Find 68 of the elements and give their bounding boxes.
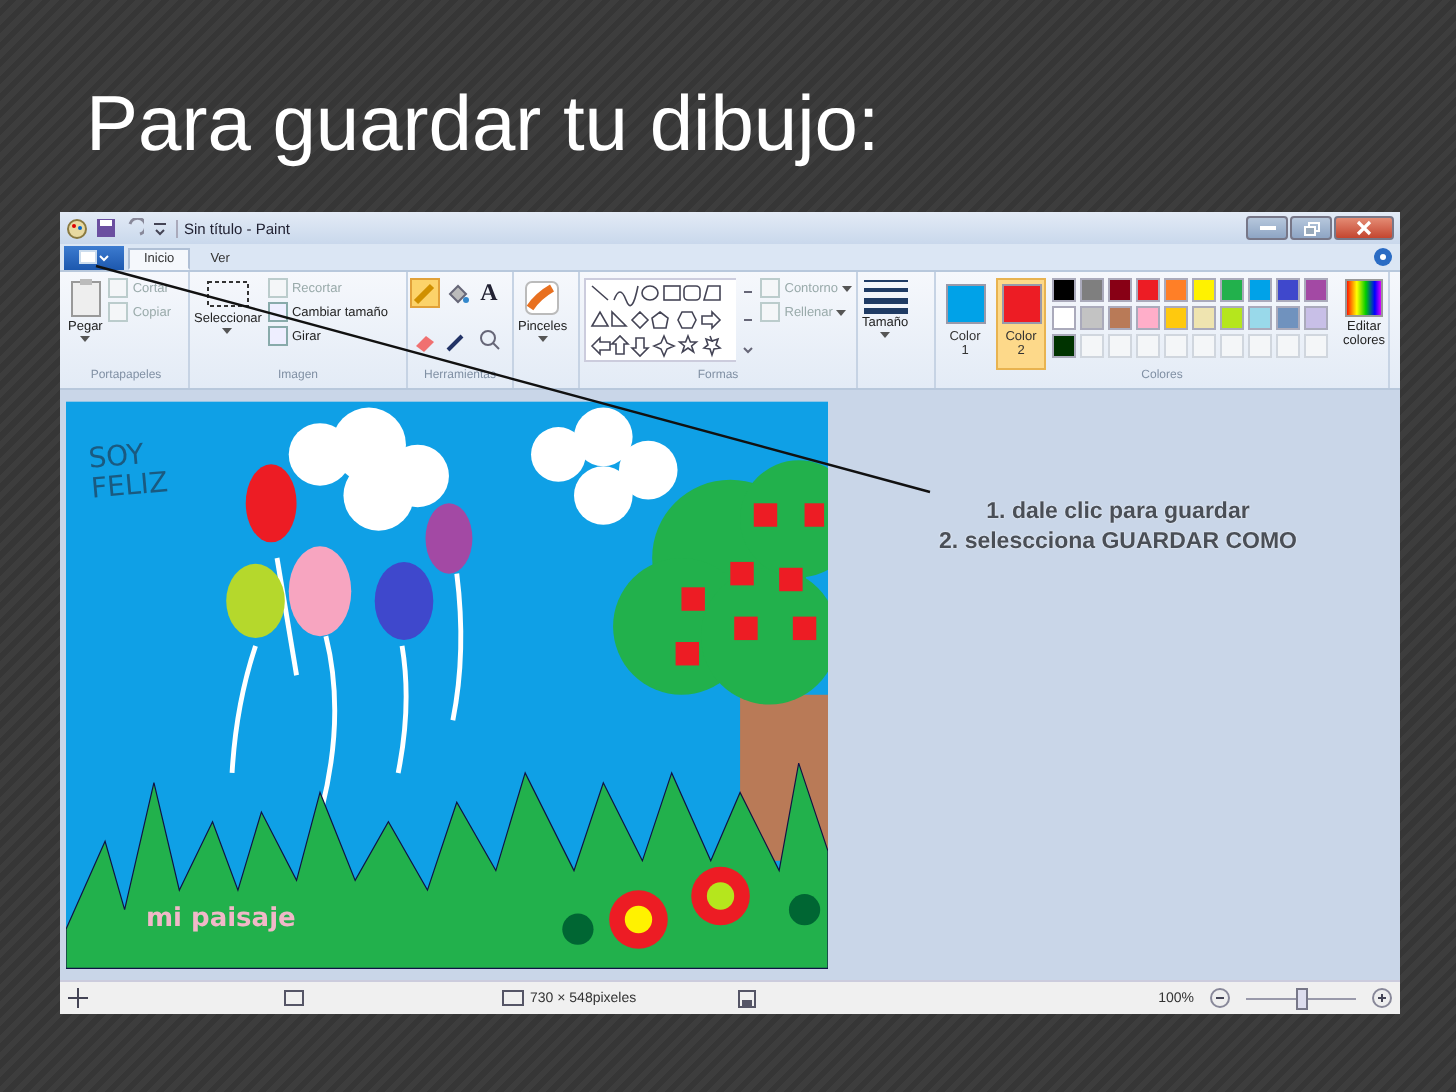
empty-swatch[interactable] bbox=[1108, 334, 1132, 358]
color-swatch[interactable] bbox=[1136, 278, 1160, 302]
shapes-gallery[interactable] bbox=[584, 278, 737, 362]
color-swatch[interactable] bbox=[1192, 278, 1216, 302]
color-swatch[interactable] bbox=[1276, 278, 1300, 302]
color-swatch[interactable] bbox=[1052, 306, 1076, 330]
empty-swatch[interactable] bbox=[1164, 334, 1188, 358]
color-swatch[interactable] bbox=[1108, 278, 1132, 302]
caret-icon bbox=[842, 285, 852, 291]
empty-swatch[interactable] bbox=[1192, 334, 1216, 358]
handwritten-text: SOY FELIZ bbox=[87, 438, 172, 508]
color-swatch[interactable] bbox=[1304, 306, 1328, 330]
restore-icon bbox=[1303, 221, 1319, 235]
selection-icon bbox=[205, 278, 250, 310]
file-menu-icon bbox=[78, 250, 110, 266]
empty-swatch[interactable] bbox=[1080, 334, 1104, 358]
help-icon[interactable] bbox=[1374, 248, 1392, 266]
color-swatch[interactable] bbox=[1164, 278, 1188, 302]
color-swatch[interactable] bbox=[1052, 334, 1076, 358]
caret-icon bbox=[222, 328, 233, 334]
empty-swatch[interactable] bbox=[1220, 334, 1244, 358]
empty-swatch[interactable] bbox=[1304, 334, 1328, 358]
instruction-text: 2. selescciona GUARDAR COMO bbox=[939, 527, 1297, 558]
color-swatch[interactable] bbox=[1080, 278, 1104, 302]
fill-bucket-icon[interactable] bbox=[444, 280, 470, 306]
restore-button[interactable] bbox=[1290, 216, 1332, 240]
selection-icon bbox=[284, 989, 306, 1007]
zoom-in-icon[interactable] bbox=[1372, 988, 1392, 1008]
color-swatch[interactable] bbox=[1108, 306, 1132, 330]
empty-swatch[interactable] bbox=[1136, 334, 1160, 358]
color-swatch[interactable] bbox=[1080, 306, 1104, 330]
color-swatch[interactable] bbox=[1192, 306, 1216, 330]
color-swatch[interactable] bbox=[1248, 278, 1272, 302]
undo-icon[interactable] bbox=[124, 218, 144, 238]
caret-icon bbox=[836, 309, 847, 315]
dropdown-icon[interactable] bbox=[152, 220, 168, 236]
color-swatch[interactable] bbox=[1136, 306, 1160, 330]
color-swatch[interactable] bbox=[1220, 306, 1244, 330]
close-icon bbox=[1356, 220, 1372, 236]
color-swatch[interactable] bbox=[1220, 278, 1244, 302]
color-swatch[interactable] bbox=[1304, 278, 1328, 302]
drawing-caption: mi paisaje bbox=[146, 904, 296, 934]
palette-icon[interactable] bbox=[66, 217, 88, 239]
magnifier-icon[interactable] bbox=[476, 327, 502, 353]
caret-icon bbox=[880, 332, 891, 338]
color-swatch[interactable] bbox=[1248, 306, 1272, 330]
save-icon[interactable] bbox=[96, 218, 116, 238]
caret-icon bbox=[537, 336, 548, 342]
file-menu-button[interactable] bbox=[64, 246, 124, 270]
clipboard-icon bbox=[69, 278, 102, 318]
empty-swatch[interactable] bbox=[1276, 334, 1300, 358]
move-icon bbox=[68, 988, 88, 1008]
minimize-button[interactable] bbox=[1246, 216, 1288, 240]
slide-title: Para guardar tu dibujo: bbox=[86, 84, 880, 172]
brush-icon bbox=[522, 278, 563, 318]
canvas-size-icon bbox=[502, 989, 524, 1007]
close-button[interactable] bbox=[1334, 216, 1394, 240]
color-swatch[interactable] bbox=[1164, 306, 1188, 330]
color-swatch[interactable] bbox=[1052, 278, 1076, 302]
color-swatch[interactable] bbox=[1276, 306, 1300, 330]
caret-icon bbox=[80, 336, 91, 342]
instruction-text: 1. dale clic para guardar bbox=[986, 498, 1250, 528]
rainbow-icon bbox=[1344, 278, 1384, 318]
line-width-icon bbox=[863, 278, 908, 314]
empty-swatch[interactable] bbox=[1248, 334, 1272, 358]
text-tool[interactable]: A bbox=[476, 280, 502, 306]
zoom-out-icon[interactable] bbox=[1210, 988, 1230, 1008]
minimize-icon bbox=[1259, 224, 1275, 232]
